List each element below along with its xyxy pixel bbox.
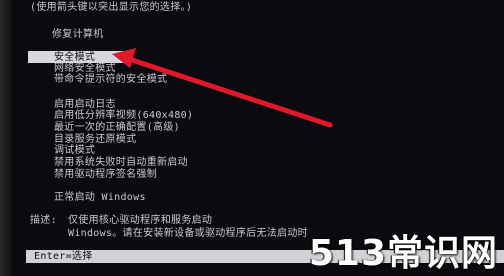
boot-option-disable-driver-signature[interactable]: 禁用驱动程序签名强制 xyxy=(54,169,157,180)
boot-option-low-resolution-video[interactable]: 启用低分辨率视频(640x480) xyxy=(54,110,193,121)
instruction-hint: (使用箭头键以突出显示您的选择。) xyxy=(30,2,193,13)
boot-option-directory-restore[interactable]: 目录服务还原模式 xyxy=(54,134,136,145)
boot-option-start-normally[interactable]: 正常启动 Windows xyxy=(54,192,146,203)
boot-option-boot-logging[interactable]: 启用启动日志 xyxy=(54,99,116,110)
boot-option-disable-auto-restart[interactable]: 禁用系统失败时自动重新启动 xyxy=(54,157,188,168)
boot-option-last-known-good[interactable]: 最近一次的正确配置(高级) xyxy=(54,122,180,133)
boot-option-safe-mode[interactable]: 安全模式 xyxy=(28,51,124,63)
description-label: 描述: xyxy=(30,215,57,226)
repair-computer-option[interactable]: 修复计算机 xyxy=(52,29,104,40)
description-text-line-2: Windows。请在安装新设备或驱动程序后无法启动时 xyxy=(68,228,308,239)
boot-option-label: 安全模式 xyxy=(54,52,96,63)
boot-option-safe-mode-command-prompt[interactable]: 带命令提示符的安全模式 xyxy=(54,74,167,85)
description-text-line-1: 仅使用核心驱动程序和服务启动 xyxy=(68,215,213,226)
boot-option-safe-mode-networking[interactable]: 网络安全模式 xyxy=(54,63,116,74)
footer-key-hint: Enter=选择 xyxy=(34,251,93,262)
monitor-bezel xyxy=(0,0,12,276)
boot-option-debugging-mode[interactable]: 调试模式 xyxy=(54,145,95,156)
boot-options-screen: (使用箭头键以突出显示您的选择。) 修复计算机 安全模式 网络安全模式 带命令提… xyxy=(0,0,504,276)
watermark-logo: 513常识网 xyxy=(308,233,498,274)
